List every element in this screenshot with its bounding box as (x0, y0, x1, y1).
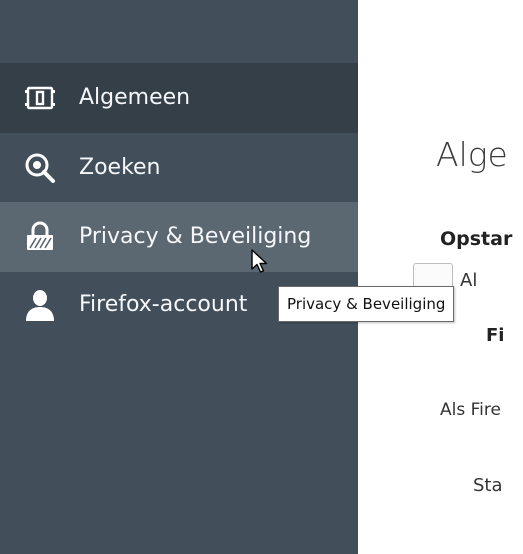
description-text-2: Sta (473, 475, 503, 496)
section-title: Opstar (440, 228, 513, 250)
sidebar-item-algemeen[interactable]: Algemeen (0, 63, 358, 133)
description-text: Als Fire (440, 400, 501, 420)
sidebar-item-label: Firefox-account (79, 292, 248, 317)
sidebar-item-label: Privacy & Beveiliging (79, 224, 312, 249)
search-icon (22, 150, 58, 186)
sub-heading: Fi (486, 325, 505, 346)
general-icon (22, 80, 58, 116)
mouse-cursor-icon (251, 249, 268, 273)
content-pane: Alge Opstar Al Fi Als Fire Sta (358, 0, 523, 554)
tooltip: Privacy & Beveiliging (278, 286, 455, 322)
sidebar-item-label: Algemeen (79, 85, 191, 110)
sidebar: Algemeen Zoeken Privacy & Beveiliging Fi… (0, 0, 358, 554)
checkbox-label: Al (460, 270, 478, 291)
sidebar-item-privacy[interactable]: Privacy & Beveiliging (0, 202, 358, 272)
account-icon (22, 287, 58, 323)
page-title: Alge (436, 135, 508, 174)
sidebar-item-label: Zoeken (79, 155, 161, 180)
lock-icon (22, 219, 58, 255)
sidebar-item-zoeken[interactable]: Zoeken (0, 133, 358, 203)
